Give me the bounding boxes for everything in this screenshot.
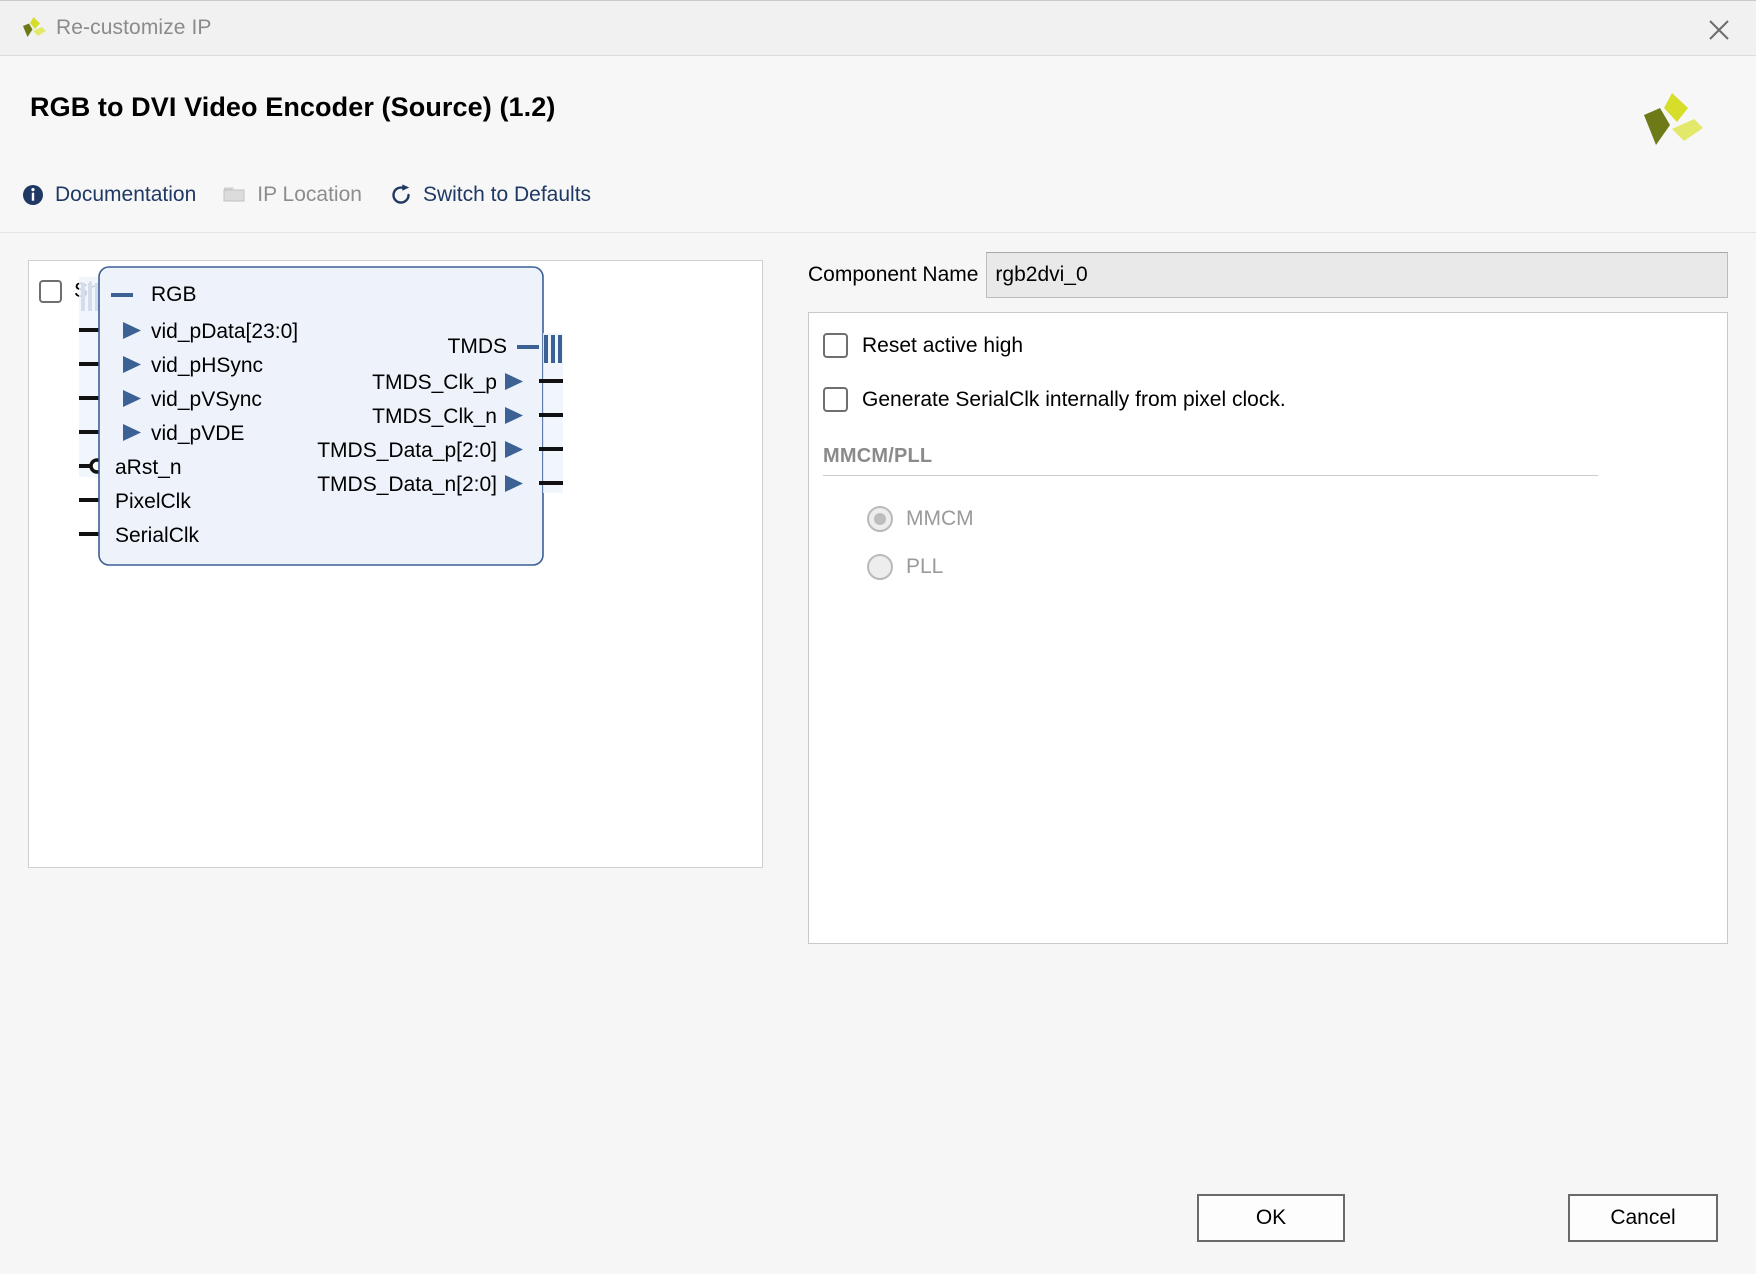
- switch-to-defaults-link[interactable]: Switch to Defaults: [388, 182, 591, 208]
- dialog-body: Show disabled ports: [0, 232, 1756, 1162]
- port-label-vid-pvsync: vid_pVSync: [151, 388, 262, 411]
- info-icon: [20, 182, 46, 208]
- component-name-input[interactable]: rgb2dvi_0: [986, 252, 1728, 298]
- port-label-tmds-clk-p: TMDS_Clk_p: [372, 371, 497, 394]
- brand-logo-icon: [1642, 89, 1704, 151]
- ip-location-link[interactable]: IP Location: [222, 182, 362, 208]
- port-label-tmds-data-n: TMDS_Data_n[2:0]: [317, 473, 497, 496]
- generate-serialclk-checkbox[interactable]: [823, 387, 848, 412]
- tmds-expand-marker-icon: [517, 345, 539, 349]
- port-label-tmds-clk-n: TMDS_Clk_n: [372, 405, 497, 428]
- switch-to-defaults-label: Switch to Defaults: [423, 183, 591, 207]
- dialog-header: RGB to DVI Video Encoder (Source) (1.2) …: [0, 57, 1756, 232]
- close-icon[interactable]: [1700, 11, 1738, 49]
- bus-label-tmds: TMDS: [448, 335, 508, 358]
- window-title: Re-customize IP: [56, 16, 212, 40]
- port-label-serialclk: SerialClk: [115, 524, 200, 547]
- options-group-box: Reset active high Generate SerialClk int…: [808, 312, 1728, 944]
- component-name-label: Component Name: [808, 263, 978, 287]
- mmcm-radio-row[interactable]: MMCM: [867, 506, 974, 532]
- pll-radio-row[interactable]: PLL: [867, 554, 943, 580]
- port-label-vid-phsync: vid_pHSync: [151, 354, 263, 377]
- recustomize-ip-dialog: Re-customize IP RGB to DVI Video Encoder…: [0, 0, 1756, 1274]
- reset-active-high-row[interactable]: Reset active high: [823, 333, 1023, 358]
- tmds-bus-connector-icon: [544, 335, 562, 363]
- cancel-button[interactable]: Cancel: [1568, 1194, 1718, 1242]
- port-label-vid-pvde: vid_pVDE: [151, 422, 244, 445]
- port-label-vid-pdata: vid_pData[23:0]: [151, 320, 298, 343]
- generate-serialclk-label: Generate SerialClk internally from pixel…: [862, 388, 1286, 412]
- ip-block-diagram: RGB vid_pData[23:0] vid_pHSync vid_pVSyn…: [29, 261, 762, 867]
- xilinx-logo-icon: [22, 17, 46, 39]
- rgb-expand-marker-icon: [111, 293, 133, 297]
- mmcm-radio-label: MMCM: [906, 507, 974, 531]
- generate-serialclk-row[interactable]: Generate SerialClk internally from pixel…: [823, 387, 1286, 412]
- ip-location-label: IP Location: [257, 183, 362, 207]
- ip-symbol-panel: Show disabled ports: [28, 260, 763, 868]
- page-title: RGB to DVI Video Encoder (Source) (1.2): [30, 92, 555, 123]
- documentation-label: Documentation: [55, 183, 196, 207]
- header-divider: [0, 232, 1756, 233]
- reset-active-high-label: Reset active high: [862, 334, 1023, 358]
- bus-label-rgb: RGB: [151, 283, 197, 306]
- mmcm-pll-group-title: MMCM/PLL: [823, 445, 932, 468]
- pll-radio-label: PLL: [906, 555, 943, 579]
- ip-config-panel: Component Name rgb2dvi_0 Reset active hi…: [808, 252, 1728, 1142]
- pll-radio[interactable]: [867, 554, 893, 580]
- mmcm-radio[interactable]: [867, 506, 893, 532]
- documentation-link[interactable]: Documentation: [20, 182, 196, 208]
- dialog-footer: OK Cancel: [0, 1162, 1756, 1274]
- window-titlebar: Re-customize IP: [0, 0, 1756, 56]
- reset-active-high-checkbox[interactable]: [823, 333, 848, 358]
- refresh-icon: [388, 182, 414, 208]
- mmcm-pll-group-rule: [823, 475, 1598, 476]
- header-toolbar: Documentation IP Location: [20, 182, 617, 208]
- port-label-tmds-data-p: TMDS_Data_p[2:0]: [317, 439, 497, 462]
- ok-button[interactable]: OK: [1197, 1194, 1345, 1242]
- port-label-pixelclk: PixelClk: [115, 490, 191, 513]
- folder-icon: [222, 182, 248, 208]
- port-label-arst-n: aRst_n: [115, 456, 182, 479]
- component-name-row: Component Name rgb2dvi_0: [808, 252, 1728, 298]
